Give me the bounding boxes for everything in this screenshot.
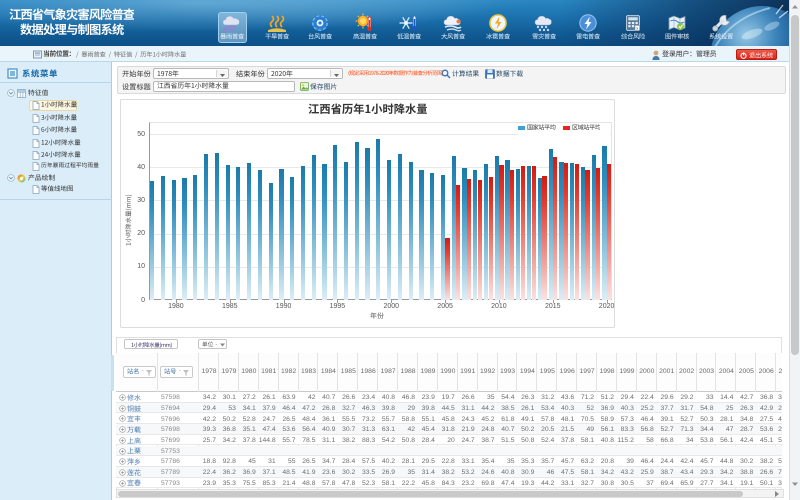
- svg-text:x: x: [636, 26, 638, 31]
